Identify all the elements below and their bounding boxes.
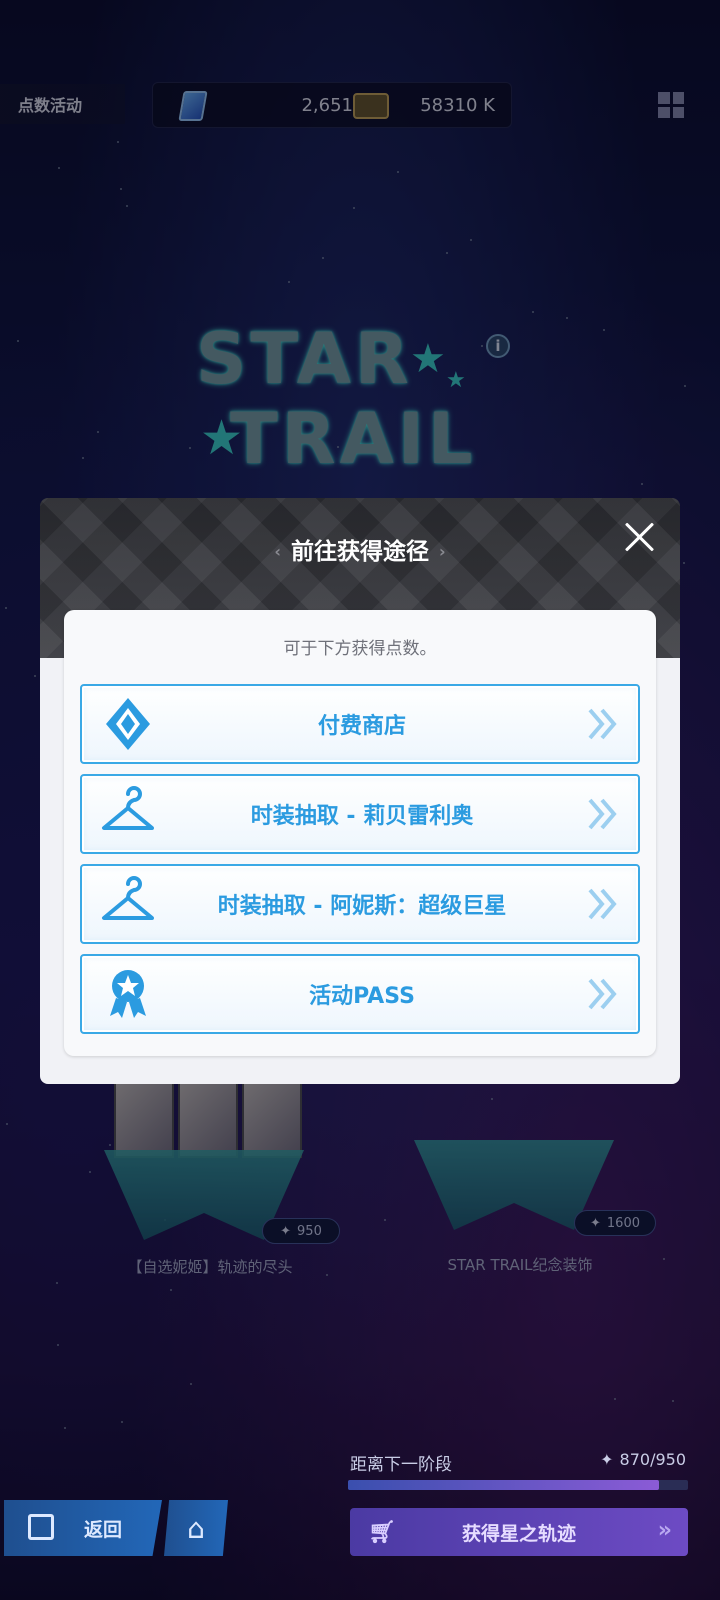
back-button[interactable]: 返回: [4, 1500, 162, 1556]
double-chevron-icon: [588, 888, 617, 920]
progress-value-text: 870/950: [619, 1450, 686, 1469]
option-label: 付费商店: [317, 714, 406, 739]
modal-title: ‹ 前往获得途径 ›: [40, 532, 680, 566]
options-card: 可于下方获得点数。 付费商店 时装抽取 - 莉贝雷利奥 时装抽取 - 阿妮斯：超…: [64, 610, 656, 1056]
option-event-pass[interactable]: 活动PASS: [80, 954, 640, 1034]
option-paid-shop[interactable]: 付费商店: [80, 684, 640, 764]
modal-description: 可于下方获得点数。: [283, 639, 437, 659]
progress-bar-fill: [348, 1480, 660, 1490]
get-button-label: 获得星之轨迹: [461, 1522, 576, 1545]
option-costume-draw-2[interactable]: 时装抽取 - 阿妮斯：超级巨星: [80, 864, 640, 944]
progress-value: ✦ 870/950: [600, 1450, 686, 1469]
double-chevron-icon: »: [657, 1518, 672, 1543]
option-label: 时装抽取 - 阿妮斯：超级巨星: [217, 894, 507, 919]
home-button[interactable]: ⌂: [164, 1500, 228, 1556]
progress-bar: [348, 1480, 688, 1490]
star-points-icon: ✦: [600, 1450, 614, 1469]
close-icon[interactable]: [622, 518, 658, 554]
double-chevron-icon: [588, 708, 617, 740]
option-label: 活动PASS: [309, 984, 415, 1009]
option-costume-draw-1[interactable]: 时装抽取 - 莉贝雷利奥: [80, 774, 640, 854]
cart-icon: 🛒︎: [368, 1520, 396, 1545]
title-deco-left-icon: ‹: [274, 542, 281, 561]
get-star-trail-button[interactable]: 🛒︎ 获得星之轨迹 »: [350, 1508, 688, 1556]
modal-title-text: 前往获得途径: [291, 539, 429, 565]
exit-door-icon: [28, 1514, 54, 1540]
home-icon: ⌂: [187, 1511, 205, 1545]
progress-label: 距离下一阶段: [350, 1455, 452, 1475]
title-deco-right-icon: ›: [439, 542, 446, 561]
back-button-label: 返回: [84, 1518, 123, 1541]
double-chevron-icon: [588, 978, 617, 1010]
option-label: 时装抽取 - 莉贝雷利奥: [250, 804, 474, 829]
double-chevron-icon: [588, 798, 617, 830]
obtain-route-modal: ‹ 前往获得途径 › 可于下方获得点数。 付费商店 时装抽取 - 莉贝雷利奥 时…: [40, 498, 680, 1084]
